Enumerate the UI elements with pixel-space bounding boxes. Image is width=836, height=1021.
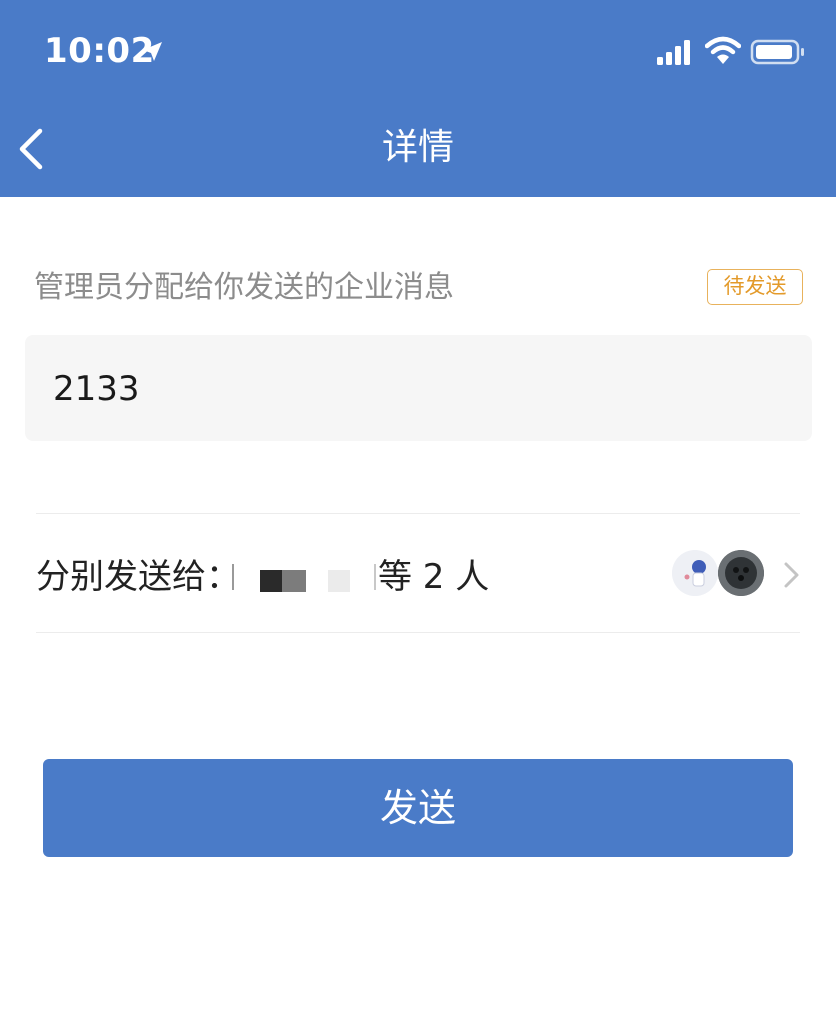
nav-bar: 详情 xyxy=(0,100,836,197)
message-content: 2133 xyxy=(53,369,140,409)
status-time: 10:02 xyxy=(44,31,155,71)
recipients-count: 等 2 人 xyxy=(378,557,490,597)
message-label: 管理员分配给你发送的企业消息 xyxy=(34,270,454,305)
recipients-row[interactable]: 分别发送给： 等 2 人 xyxy=(0,514,836,632)
divider xyxy=(36,632,800,633)
battery-icon xyxy=(750,39,804,65)
wifi-icon xyxy=(705,36,741,64)
cellular-signal-icon xyxy=(657,40,690,65)
status-badge: 待发送 xyxy=(707,269,803,305)
location-arrow-icon xyxy=(143,42,162,61)
page-title: 详情 xyxy=(381,127,454,168)
status-bar: 10:02 xyxy=(0,0,836,100)
send-button[interactable]: 发送 xyxy=(43,759,793,857)
app-header: 10:02 详情 xyxy=(0,0,836,197)
recipients-label: 分别发送给： xyxy=(36,557,240,597)
chevron-right-icon xyxy=(784,562,799,588)
redacted-name xyxy=(232,564,376,592)
avatar-user-2 xyxy=(718,550,764,596)
message-content-box: 2133 xyxy=(25,335,812,441)
avatar-user-1 xyxy=(672,550,718,596)
